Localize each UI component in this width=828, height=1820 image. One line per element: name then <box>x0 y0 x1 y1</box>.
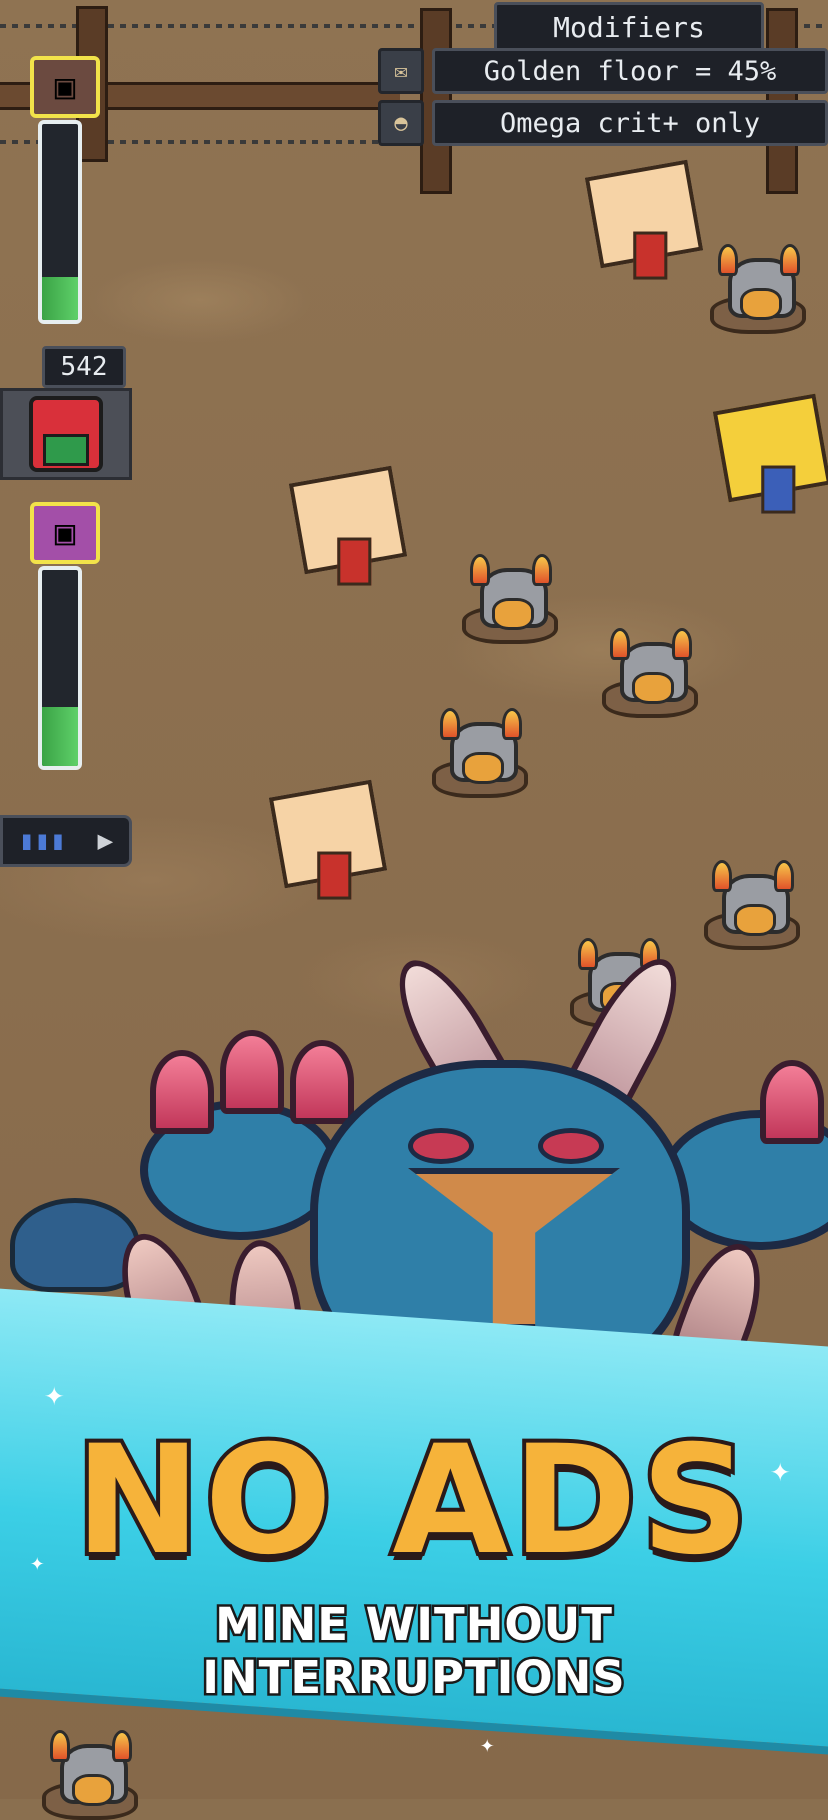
mole-sprite[interactable] <box>432 708 528 798</box>
spike <box>290 1040 354 1124</box>
monster-eye <box>538 1128 604 1164</box>
flame <box>502 708 522 740</box>
flame <box>712 860 732 892</box>
mole-sprite[interactable] <box>704 860 800 950</box>
flame <box>470 554 490 586</box>
progress-bar-top <box>38 120 82 324</box>
banner-subtitle: MINE WITHOUT INTERRUPTIONS <box>200 1596 627 1707</box>
gift-count: 542 <box>42 346 126 388</box>
mole-face <box>72 1774 114 1806</box>
mole-sprite[interactable] <box>710 244 806 334</box>
flame <box>718 244 738 276</box>
treasure-chest-icon[interactable]: ▣ <box>30 502 100 564</box>
progress-bar-fill <box>42 276 78 320</box>
sparkle-icon: ✦ <box>480 1730 495 1758</box>
play-icon: ▶ <box>97 826 114 856</box>
mole-face <box>734 904 776 936</box>
flame <box>672 628 692 660</box>
bars-icon: ▮▮▮ <box>18 826 66 856</box>
monster-eye <box>408 1128 474 1164</box>
speed-button[interactable]: ▮▮▮ ▶ <box>0 815 132 867</box>
progress-bar-fill <box>42 707 78 766</box>
flame <box>440 708 460 740</box>
sparkle-icon: ✦ <box>44 1374 65 1414</box>
modifier-row: ◓ Omega crit+ only <box>378 100 828 146</box>
flame <box>50 1730 70 1762</box>
banner-title: NO ADS <box>71 1410 753 1592</box>
mole-face <box>492 598 534 630</box>
spike <box>760 1060 824 1144</box>
flame <box>780 244 800 276</box>
flame <box>610 628 630 660</box>
spike <box>220 1030 284 1114</box>
scroll-icon: ✉ <box>378 48 424 94</box>
modifier-row: ✉ Golden floor = 45% <box>378 48 828 94</box>
mole-sprite[interactable] <box>602 628 698 718</box>
scroll-sprite[interactable] <box>288 465 408 575</box>
flame <box>774 860 794 892</box>
mole-sprite[interactable] <box>462 554 558 644</box>
flame <box>532 554 552 586</box>
mole-icon: ◓ <box>378 100 424 146</box>
chest-icon[interactable]: ▣ <box>30 56 100 118</box>
progress-bar-bottom <box>38 566 82 770</box>
modifier-label: Omega crit+ only <box>432 100 828 146</box>
flame <box>112 1730 132 1762</box>
golden-scroll-sprite[interactable] <box>712 393 828 503</box>
spike <box>150 1050 214 1134</box>
mole-sprite[interactable] <box>42 1730 138 1820</box>
mole-face <box>462 752 504 784</box>
monster-visor <box>408 1168 620 1330</box>
mole-face <box>740 288 782 320</box>
modifiers-title: Modifiers <box>494 2 764 52</box>
modifier-label: Golden floor = 45% <box>432 48 828 94</box>
scroll-sprite[interactable] <box>268 779 388 889</box>
gift-button[interactable] <box>0 388 132 480</box>
scroll-sprite[interactable] <box>584 159 704 269</box>
gift-icon <box>29 396 103 472</box>
mole-face <box>632 672 674 704</box>
